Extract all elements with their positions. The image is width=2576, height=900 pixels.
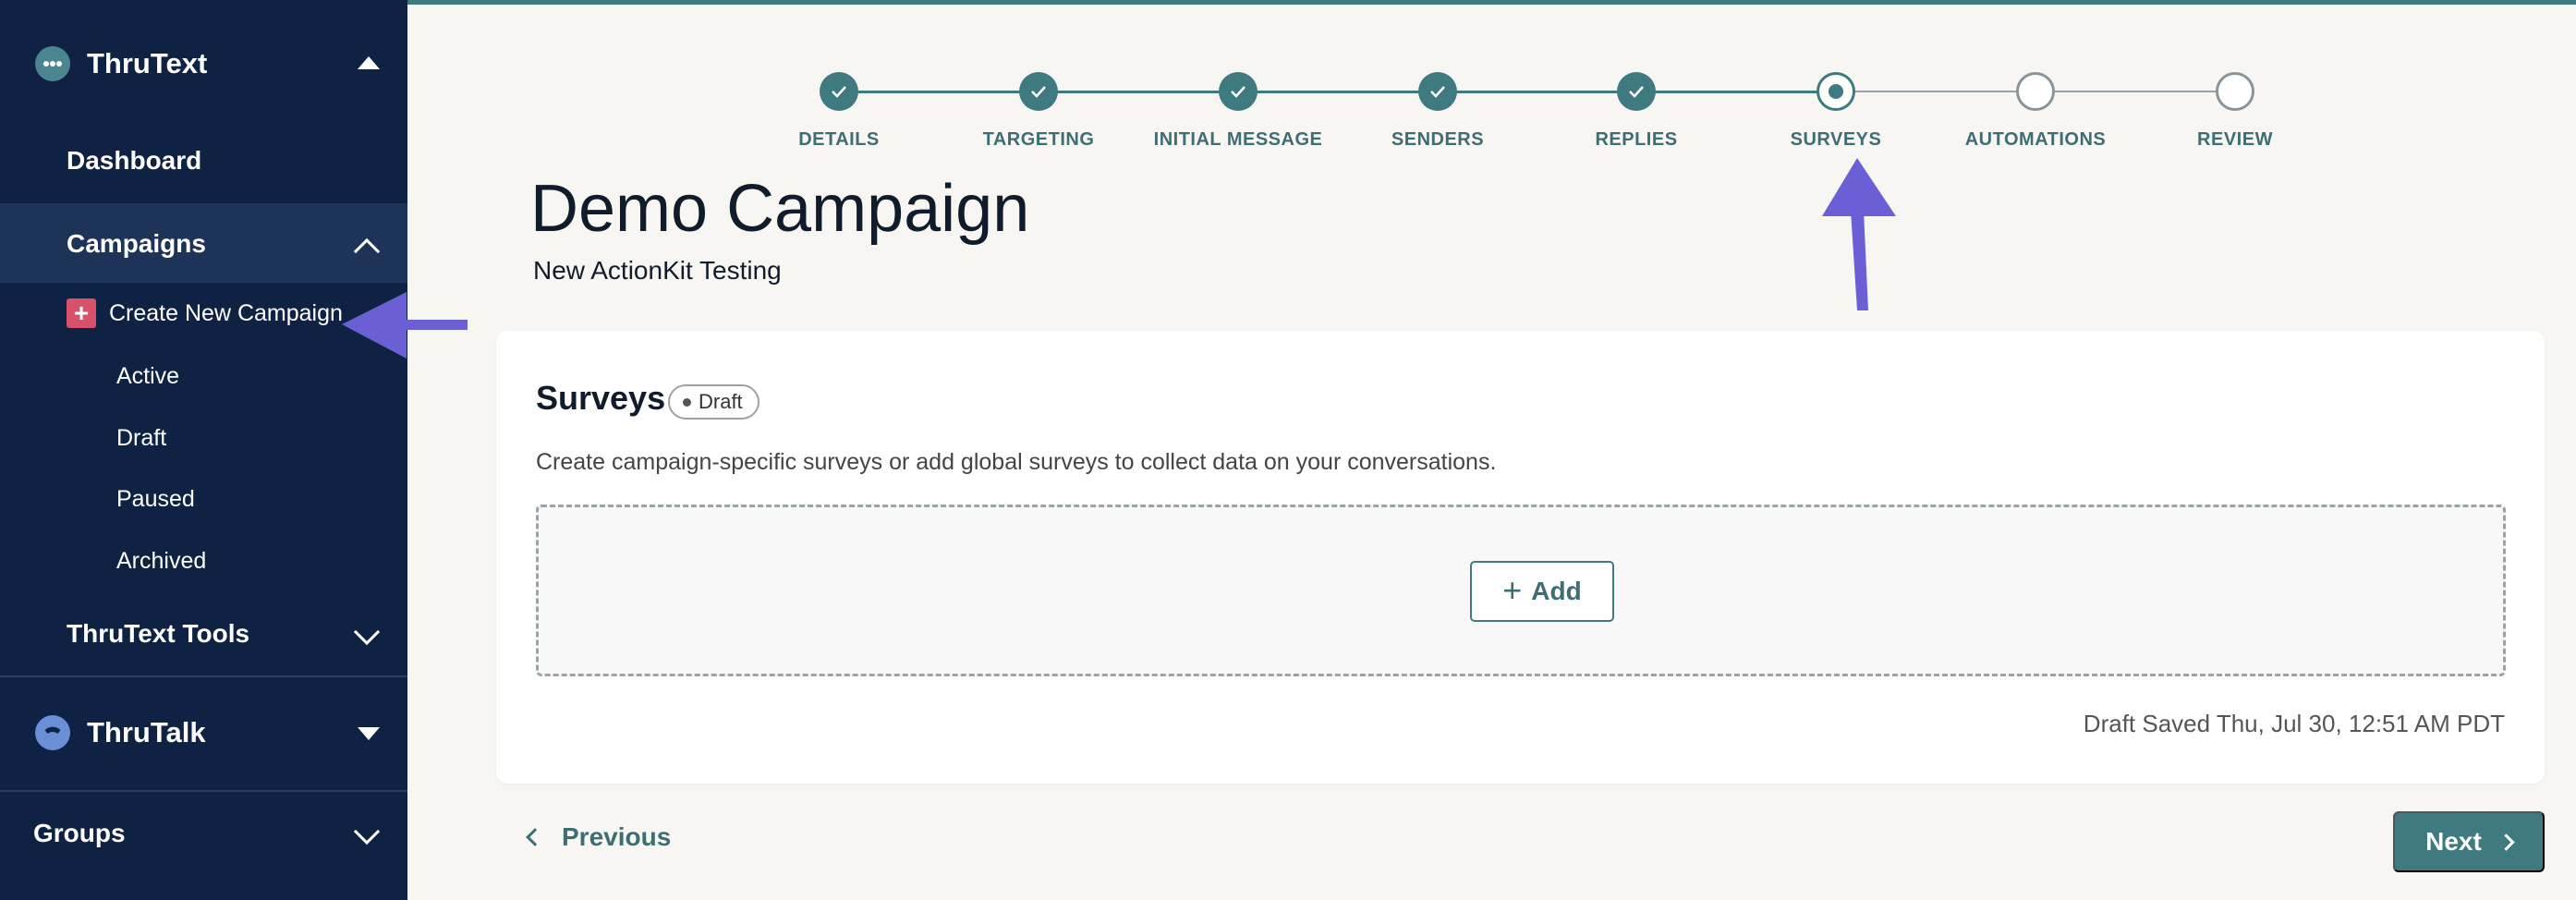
- page-subtitle: New ActionKit Testing: [533, 256, 782, 285]
- step-targeting-check-icon[interactable]: [1019, 72, 1058, 111]
- step-initial-message-check-icon[interactable]: [1219, 72, 1258, 111]
- step-surveys-current-icon[interactable]: [1817, 72, 1855, 111]
- caret-down-icon[interactable]: [358, 727, 380, 740]
- chevron-down-icon[interactable]: [353, 618, 381, 646]
- step-label-details[interactable]: DETAILS: [737, 129, 941, 151]
- surveys-card: Surveys Draft Create campaign-specific s…: [496, 331, 2545, 784]
- sidebar-item-groups[interactable]: Groups: [33, 819, 126, 848]
- step-label-replies[interactable]: REPLIES: [1535, 129, 1738, 151]
- stepper-progress-line: [839, 91, 1837, 93]
- step-details-check-icon[interactable]: [820, 72, 858, 111]
- sidebar-item-draft[interactable]: Draft: [116, 425, 166, 452]
- status-badge: Draft: [668, 384, 759, 420]
- thrutalk-section-toggle[interactable]: ThruTalk: [35, 715, 206, 750]
- surveys-dropzone: + Add: [536, 505, 2506, 676]
- sidebar-item-paused[interactable]: Paused: [116, 486, 195, 513]
- sidebar-item-archived[interactable]: Archived: [116, 548, 206, 575]
- add-survey-button[interactable]: + Add: [1470, 561, 1614, 622]
- step-label-targeting[interactable]: TARGETING: [937, 129, 1140, 151]
- badge-dot-icon: [683, 397, 691, 407]
- plus-icon: +: [67, 298, 96, 328]
- create-campaign-label: Create New Campaign: [109, 299, 343, 326]
- step-label-surveys[interactable]: SURVEYS: [1734, 129, 1938, 151]
- sidebar-item-active[interactable]: Active: [116, 363, 179, 390]
- sidebar-divider: [0, 790, 407, 792]
- plus-icon: +: [1502, 570, 1523, 609]
- status-badge-label: Draft: [699, 390, 743, 413]
- annotation-arrow-left-icon: [342, 292, 468, 359]
- sidebar-item-thrutext-tools[interactable]: ThruText Tools: [67, 619, 249, 649]
- chevron-down-icon[interactable]: [353, 818, 381, 845]
- surveys-title: Surveys: [536, 379, 666, 417]
- add-survey-label: Add: [1531, 577, 1582, 605]
- chevron-left-icon: [526, 828, 544, 846]
- thrutalk-logo-icon: [35, 715, 70, 750]
- previous-label: Previous: [562, 822, 672, 851]
- sidebar-item-campaigns-label: Campaigns: [67, 229, 206, 258]
- step-label-automations[interactable]: AUTOMATIONS: [1934, 129, 2137, 151]
- campaign-stepper: DETAILS TARGETING INITIAL MESSAGE SENDER…: [0, 0, 2576, 166]
- chevron-right-icon: [2497, 833, 2515, 851]
- thrutalk-label: ThruTalk: [87, 716, 206, 748]
- step-label-senders[interactable]: SENDERS: [1336, 129, 1539, 151]
- step-automations-empty-icon[interactable]: [2016, 72, 2055, 111]
- sidebar-divider: [0, 675, 407, 677]
- next-button[interactable]: Next: [2393, 811, 2545, 872]
- step-label-initial-message[interactable]: INITIAL MESSAGE: [1136, 129, 1340, 151]
- sidebar-item-create-campaign[interactable]: + Create New Campaign: [67, 298, 343, 328]
- step-senders-check-icon[interactable]: [1418, 72, 1457, 111]
- step-label-review[interactable]: REVIEW: [2133, 129, 2337, 151]
- draft-saved-status: Draft Saved Thu, Jul 30, 12:51 AM PDT: [2083, 710, 2505, 737]
- annotation-arrow-up-icon: [1822, 158, 1896, 310]
- step-review-empty-icon[interactable]: [2216, 72, 2254, 111]
- surveys-description: Create campaign-specific surveys or add …: [536, 449, 1497, 475]
- previous-button[interactable]: Previous: [526, 822, 672, 852]
- next-label: Next: [2425, 827, 2482, 856]
- step-replies-check-icon[interactable]: [1617, 72, 1656, 111]
- page-title: Demo Campaign: [530, 172, 1030, 246]
